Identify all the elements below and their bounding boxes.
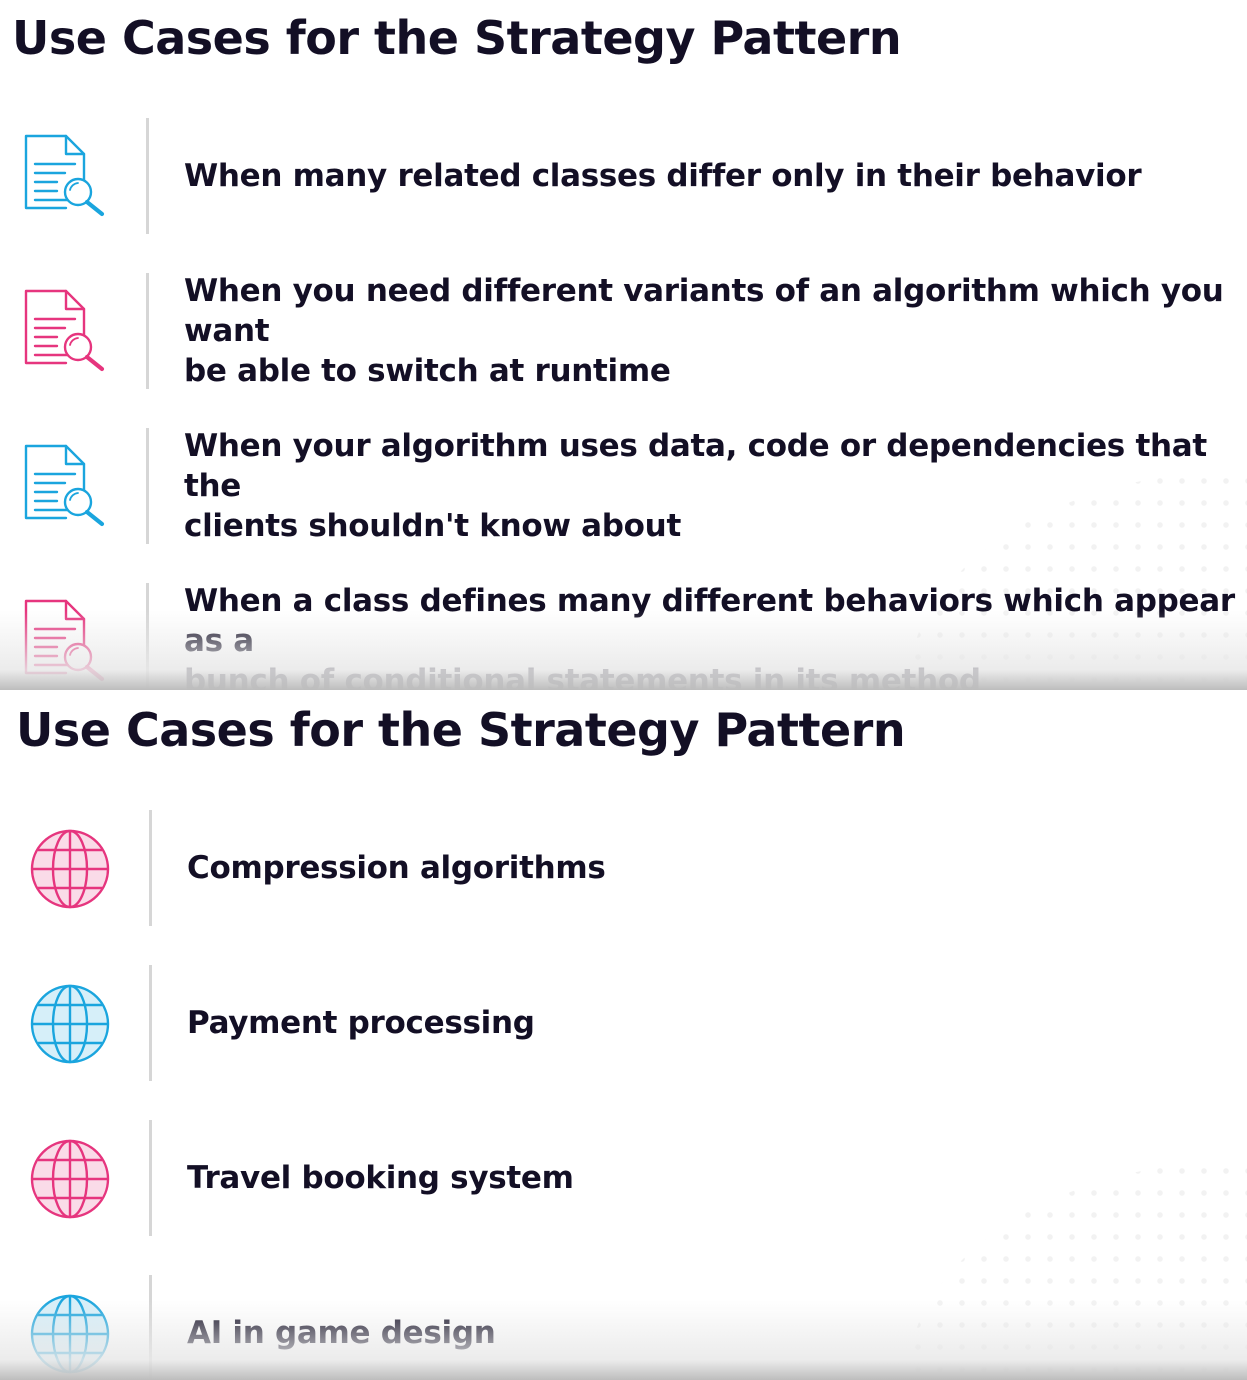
list-item: When many related classes differ only in… xyxy=(0,118,1247,234)
divider xyxy=(146,583,149,690)
list-item: Payment processing xyxy=(0,965,1247,1081)
list-item: Compression algorithms xyxy=(0,810,1247,926)
divider xyxy=(146,273,149,389)
divider xyxy=(149,1120,152,1236)
globe-icon xyxy=(30,984,110,1064)
divider xyxy=(146,118,149,234)
list-item: Travel booking system xyxy=(0,1120,1247,1236)
document-search-icon xyxy=(24,444,105,527)
document-search-icon xyxy=(24,134,105,217)
document-search-icon xyxy=(24,599,105,682)
list-item-text: Travel booking system xyxy=(187,1160,574,1196)
list-item: When a class defines many different beha… xyxy=(0,583,1247,690)
slide-title: Use Cases for the Strategy Pattern xyxy=(16,703,906,757)
divider xyxy=(149,1275,152,1380)
globe-icon xyxy=(30,829,110,909)
list-item-text: AI in game design xyxy=(187,1315,496,1351)
globe-icon xyxy=(30,1294,110,1374)
list-item: When you need different variants of an a… xyxy=(0,273,1247,389)
globe-icon xyxy=(30,1139,110,1219)
list-item-text: When many related classes differ only in… xyxy=(184,158,1142,194)
list-item-text: When a class defines many different beha… xyxy=(184,583,1235,690)
slide-1: Use Cases for the Strategy Pattern When … xyxy=(0,0,1247,690)
list-item: AI in game design xyxy=(0,1275,1247,1380)
list-item: When your algorithm uses data, code or d… xyxy=(0,428,1247,544)
slide-title: Use Cases for the Strategy Pattern xyxy=(12,11,902,65)
divider xyxy=(149,810,152,926)
list-item-text: Compression algorithms xyxy=(187,850,606,886)
list-item-text: Payment processing xyxy=(187,1005,535,1041)
list-item-text: When your algorithm uses data, code or d… xyxy=(184,428,1207,544)
divider xyxy=(146,428,149,544)
divider xyxy=(149,965,152,1081)
document-search-icon xyxy=(24,289,105,372)
slide-2: Use Cases for the Strategy Pattern Compr… xyxy=(0,690,1247,1380)
list-item-text: When you need different variants of an a… xyxy=(184,273,1224,389)
